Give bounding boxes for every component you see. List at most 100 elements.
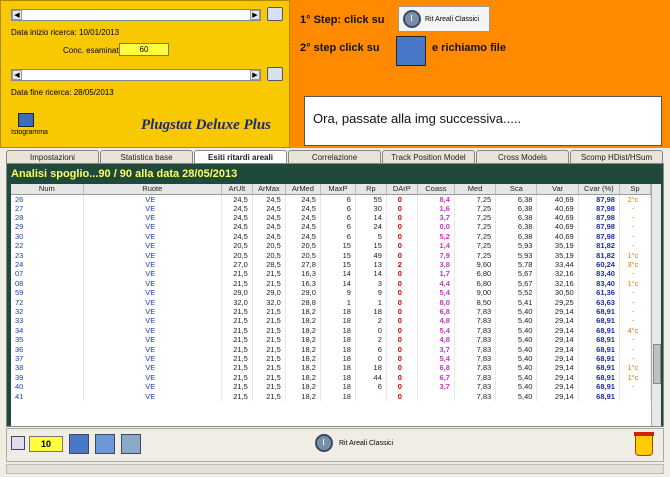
table-cell: 21,5 bbox=[252, 344, 286, 354]
table-cell: 7,25 bbox=[454, 212, 497, 223]
table-row[interactable]: 36 VE 21,5 21,5 18,2 18 6 0 3,7 7,83 5,40 29,14 68,9… bbox=[11, 344, 651, 354]
step1-text: 1° Step: click su bbox=[300, 14, 385, 26]
start-date-slider[interactable]: ◀ ▶ bbox=[11, 9, 261, 21]
table-row[interactable]: 30 VE 24,5 24,5 24,5 6 5 0 5,2 7,25 6,38 40,69 87,98… bbox=[11, 231, 651, 242]
table-cell: - bbox=[619, 334, 651, 345]
table-cell: 7,83 bbox=[454, 381, 497, 392]
table-cell: 33 bbox=[11, 316, 84, 326]
slider-right-arrow[interactable]: ▶ bbox=[250, 70, 260, 80]
column-header[interactable]: Cvar (%) bbox=[578, 184, 620, 195]
table-row[interactable]: 26 VE 24,5 24,5 24,5 6 55 0 8,4 7,25 6,38 40,69 87,9… bbox=[11, 194, 651, 204]
table-row[interactable]: 27 VE 24,5 24,5 24,5 6 30 0 1,6 7,25 6,38 40,69 87,9… bbox=[11, 203, 651, 213]
table-cell: 21,5 bbox=[221, 325, 253, 335]
table-cell: 29,14 bbox=[536, 306, 579, 317]
column-header[interactable]: ArMed bbox=[285, 184, 321, 195]
table-row[interactable]: 24 VE 27,0 28,5 27,8 15 13 2 3,8 9,60 5,78 33,44 60,… bbox=[11, 259, 651, 270]
column-header[interactable]: Med bbox=[454, 184, 497, 195]
table-row[interactable]: 35 VE 21,5 21,5 18,2 18 2 0 4,8 7,83 5,40 29,14 68,9… bbox=[11, 334, 651, 345]
table-cell: 68,91 bbox=[578, 372, 620, 382]
column-header[interactable]: Sp bbox=[619, 184, 651, 195]
count-input[interactable]: 10 bbox=[29, 436, 63, 452]
slider-right-arrow[interactable]: ▶ bbox=[250, 10, 260, 20]
table-row[interactable]: 40 VE 21,5 21,5 18,2 18 6 0 3,7 7,83 5,40 29,14 68,9… bbox=[11, 381, 651, 392]
checklist-icon[interactable] bbox=[11, 436, 25, 450]
table-cell: 29,14 bbox=[536, 353, 579, 364]
end-date-slider[interactable]: ◀ ▶ bbox=[11, 69, 261, 81]
table-cell: 87,98 bbox=[578, 212, 620, 223]
table-row[interactable]: 41 VE 21,5 21,5 18,2 18 0 7,83 5,40 29,14 68,91 bbox=[11, 391, 651, 401]
tab-statistica-base[interactable]: Statistica base bbox=[100, 150, 193, 164]
bottom-toolbar: 10 Rit Areali Classici bbox=[6, 428, 664, 462]
table-cell: VE bbox=[83, 381, 222, 392]
step2-suffix: e richiamo file bbox=[432, 42, 506, 54]
rit-areali-label: Rit Areali Classici bbox=[425, 15, 480, 23]
table-row[interactable]: 08 VE 21,5 21,5 16,3 14 3 0 4,4 6,80 5,67 32,16 83,4… bbox=[11, 278, 651, 289]
column-header[interactable]: ArMax bbox=[252, 184, 286, 195]
table-row[interactable]: 32 VE 21,5 21,5 18,2 18 18 0 6,8 7,83 5,40 29,14 68,… bbox=[11, 306, 651, 317]
table-row[interactable]: 07 VE 21,5 21,5 16,3 14 14 0 1,7 6,80 5,67 32,16 83,… bbox=[11, 269, 651, 279]
table-cell: 16,3 bbox=[285, 269, 321, 279]
column-header[interactable]: Var bbox=[536, 184, 579, 195]
grid-scrollbar[interactable] bbox=[651, 184, 661, 426]
column-header[interactable]: Coass bbox=[417, 184, 455, 195]
open-file-icon[interactable] bbox=[396, 36, 426, 66]
slider-left-arrow[interactable]: ◀ bbox=[12, 70, 22, 80]
table-row[interactable]: 59 VE 29,0 29,0 29,0 9 9 0 5,4 9,00 5,52 30,50 61,36… bbox=[11, 288, 651, 298]
tab-scomp-hdist-hsum[interactable]: Scomp HDist/HSum bbox=[570, 150, 663, 164]
table-cell: 16,3 bbox=[285, 278, 321, 289]
conc-input[interactable]: 60 bbox=[119, 43, 169, 56]
column-header[interactable]: ArUlt bbox=[221, 184, 253, 195]
table-row[interactable]: 22 VE 20,5 20,5 20,5 15 15 0 1,4 7,25 5,93 35,19 81,… bbox=[11, 241, 651, 251]
table-cell: VE bbox=[83, 231, 222, 242]
column-header[interactable]: DArP bbox=[386, 184, 418, 195]
table-cell: 7,9 bbox=[417, 250, 455, 260]
column-header[interactable]: Num bbox=[11, 184, 84, 195]
panel-title: Analisi spoglio...90 / 90 alla data 28/0… bbox=[11, 168, 238, 180]
table-row[interactable]: 29 VE 24,5 24,5 24,5 6 24 0 0,0 7,25 6,38 40,69 87,9… bbox=[11, 222, 651, 232]
istogramma-button[interactable]: Istogramma bbox=[11, 113, 48, 143]
tab-cross-models[interactable]: Cross Models bbox=[476, 150, 569, 164]
slider-left-arrow[interactable]: ◀ bbox=[12, 10, 22, 20]
table-row[interactable]: 33 VE 21,5 21,5 18,2 18 2 0 4,8 7,83 5,40 29,14 68,9… bbox=[11, 316, 651, 326]
table-row[interactable]: 34 VE 21,5 21,5 18,2 18 0 0 5,4 7,83 5,40 29,14 68,9… bbox=[11, 325, 651, 335]
table-cell: 29,0 bbox=[285, 288, 321, 298]
table-cell: 6 bbox=[320, 203, 356, 213]
table-row[interactable]: 72 VE 32,0 32,0 28,8 1 1 0 8,0 8,50 5,41 29,25 63,63… bbox=[11, 297, 651, 307]
open-file-icon[interactable] bbox=[69, 434, 89, 454]
edit-icon[interactable] bbox=[95, 434, 115, 454]
table-cell: 21,5 bbox=[252, 381, 286, 392]
column-header[interactable]: Sca bbox=[495, 184, 538, 195]
tab-impostazioni[interactable]: Impostazioni bbox=[6, 150, 99, 164]
table-cell: 35,19 bbox=[536, 241, 579, 251]
table-cell: 68,91 bbox=[578, 391, 620, 401]
results-grid[interactable]: Num Ruote ArUlt ArMax ArMed MaxP Rp DArP Coass Me… bbox=[11, 184, 651, 426]
table-cell: 40 bbox=[11, 381, 84, 392]
status-bar bbox=[6, 464, 664, 474]
column-header[interactable]: MaxP bbox=[320, 184, 356, 195]
rit-areali-bottom-button[interactable]: Rit Areali Classici bbox=[315, 434, 393, 452]
table-row[interactable]: 39 VE 21,5 21,5 18,2 18 44 0 6,7 7,83 5,40 29,14 68,… bbox=[11, 372, 651, 382]
table-cell: 14 bbox=[320, 278, 356, 289]
trash-icon[interactable] bbox=[634, 432, 654, 456]
column-header[interactable]: Rp bbox=[355, 184, 387, 195]
table-row[interactable]: 28 VE 24,5 24,5 24,5 6 14 0 3,7 7,25 6,38 40,69 87,9… bbox=[11, 212, 651, 223]
table-cell: 81,82 bbox=[578, 241, 620, 251]
table-row[interactable]: 38 VE 21,5 21,5 18,2 18 18 0 6,8 7,83 5,40 29,14 68,… bbox=[11, 363, 651, 373]
table-row[interactable]: 37 VE 21,5 21,5 18,2 18 0 0 5,4 7,83 5,40 29,14 68,9… bbox=[11, 353, 651, 364]
table-row[interactable]: 23 VE 20,5 20,5 20,5 15 49 0 7,9 7,25 5,93 35,19 81,… bbox=[11, 250, 651, 260]
calendar-icon[interactable] bbox=[267, 7, 283, 21]
table-cell: 24,5 bbox=[285, 212, 321, 223]
table-cell: 18,2 bbox=[285, 353, 321, 364]
tab-correlazione[interactable]: Correlazione bbox=[288, 150, 381, 164]
scrollbar-thumb[interactable] bbox=[653, 344, 661, 384]
column-header[interactable]: Ruote bbox=[83, 184, 222, 195]
calendar-icon[interactable] bbox=[267, 67, 283, 81]
table-cell: 7,25 bbox=[454, 250, 497, 260]
html-export-icon[interactable] bbox=[121, 434, 141, 454]
table-cell: 21,5 bbox=[221, 316, 253, 326]
table-cell: 0 bbox=[386, 334, 418, 345]
table-cell: 40,69 bbox=[536, 194, 579, 204]
table-cell: 32,16 bbox=[536, 278, 579, 289]
tab-track-position-model[interactable]: Track Position Model bbox=[382, 150, 475, 164]
rit-areali-button[interactable]: Rit Areali Classici bbox=[398, 6, 490, 32]
